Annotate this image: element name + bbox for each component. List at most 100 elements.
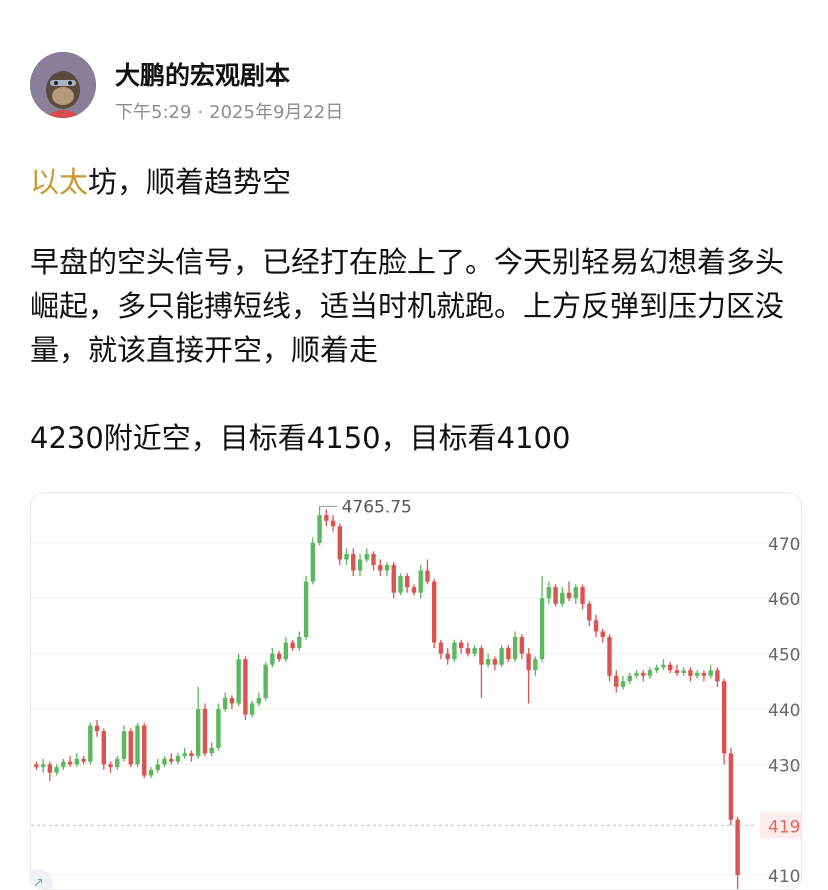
candle-body [398, 576, 403, 593]
candle-body [344, 553, 349, 560]
candle-body [432, 581, 437, 643]
candle-body [391, 565, 396, 593]
candle-body [276, 653, 282, 660]
candle-body [40, 764, 46, 768]
candle-body [88, 725, 93, 762]
candle-body [465, 648, 471, 654]
candle-body [243, 659, 248, 715]
candle-body [674, 670, 680, 673]
candle-body [101, 731, 106, 765]
candle-body [627, 675, 632, 682]
candle-body [715, 670, 720, 682]
candle-body [661, 664, 666, 668]
candle-body [189, 753, 194, 757]
candle-body [668, 664, 673, 671]
candle-body [209, 747, 214, 754]
author-avatar[interactable] [30, 52, 96, 118]
candle-body [371, 553, 376, 565]
candle-body [216, 709, 221, 748]
post-meta: 下午5:29 · 2025年9月22日 [115, 98, 343, 124]
candle-body [600, 631, 605, 637]
candle-body [641, 673, 646, 676]
candle-body [270, 653, 275, 665]
current-price-label: 419 [768, 817, 800, 837]
candle-body [121, 731, 127, 759]
price-chart-card[interactable]: 470 460 450 440 430 410 4765.75 419 ↗ [30, 492, 802, 890]
candle-body [317, 515, 322, 543]
candle-body [162, 758, 167, 765]
candle-body [128, 731, 133, 765]
candle-body [472, 648, 477, 654]
author-name[interactable]: 大鹏的宏观剧本 [115, 56, 290, 92]
candle-body [701, 673, 707, 676]
candle-body [553, 587, 558, 604]
candle-body [324, 515, 329, 521]
y-tick-label: 460 [768, 590, 800, 610]
candle-body [411, 587, 417, 593]
candle-body [728, 753, 734, 820]
candle-body [634, 673, 639, 676]
candle-body [654, 667, 659, 671]
candle-body [425, 570, 430, 582]
candle-body [539, 598, 545, 660]
post-date: 2025年9月22日 [209, 102, 344, 123]
candle-body [458, 642, 464, 649]
candle-body [155, 764, 160, 770]
meta-separator: · [197, 102, 204, 123]
candle-body [438, 642, 444, 654]
candle-body [452, 642, 457, 660]
candle-body [249, 703, 255, 715]
candle-body [357, 559, 363, 571]
candle-body [735, 819, 740, 876]
candle-body [263, 664, 268, 698]
candle-body [708, 670, 713, 676]
candle-body [721, 681, 727, 754]
candle-body [546, 587, 552, 599]
candle-body [593, 620, 599, 632]
high-price-label: 4765.75 [342, 497, 412, 517]
candle-body [337, 526, 342, 560]
post-title-rest: 坊，顺着趋势空 [88, 165, 292, 199]
candle-body [256, 697, 262, 704]
y-tick-label: 410 [768, 867, 800, 887]
post-title: 以太坊，顺着趋势空 [30, 160, 291, 204]
candle-body [67, 761, 73, 765]
y-tick-label: 470 [768, 535, 800, 555]
candle-body [378, 565, 383, 571]
candle-body [222, 697, 228, 709]
ethereum-highlight[interactable]: 以太 [30, 165, 88, 199]
candle-body [229, 697, 235, 704]
candle-body [115, 758, 120, 768]
candle-body [310, 542, 316, 582]
candle-body [694, 673, 700, 676]
candle-body [512, 637, 518, 660]
candle-body [74, 758, 80, 765]
candle-body [479, 648, 484, 665]
candle-body [587, 603, 592, 621]
candle-body [506, 648, 511, 660]
candle-body [614, 675, 619, 687]
candle-body [236, 659, 241, 704]
candle-body [54, 767, 59, 773]
candle-body [297, 637, 302, 649]
candle-body [519, 637, 525, 654]
post-targets: 4230附近空，目标看4150，目标看4100 [30, 421, 571, 455]
candle-body [61, 761, 66, 768]
candle-body [330, 520, 336, 527]
candle-body [364, 553, 369, 560]
candle-body [620, 681, 626, 687]
candle-body [533, 659, 538, 671]
candle-body [290, 642, 295, 649]
candle-body [303, 581, 309, 637]
candle-body [566, 592, 572, 599]
candle-body [681, 670, 686, 673]
candle-body [405, 576, 410, 588]
candlestick-chart: 470 460 450 440 430 410 4765.75 419 [31, 497, 801, 889]
candle-body [148, 769, 154, 776]
candle-body [485, 659, 491, 665]
candle-body [351, 553, 356, 571]
candle-body [647, 670, 653, 676]
candle-body [499, 648, 504, 665]
candle-body [108, 764, 113, 768]
candle-body [196, 709, 201, 757]
